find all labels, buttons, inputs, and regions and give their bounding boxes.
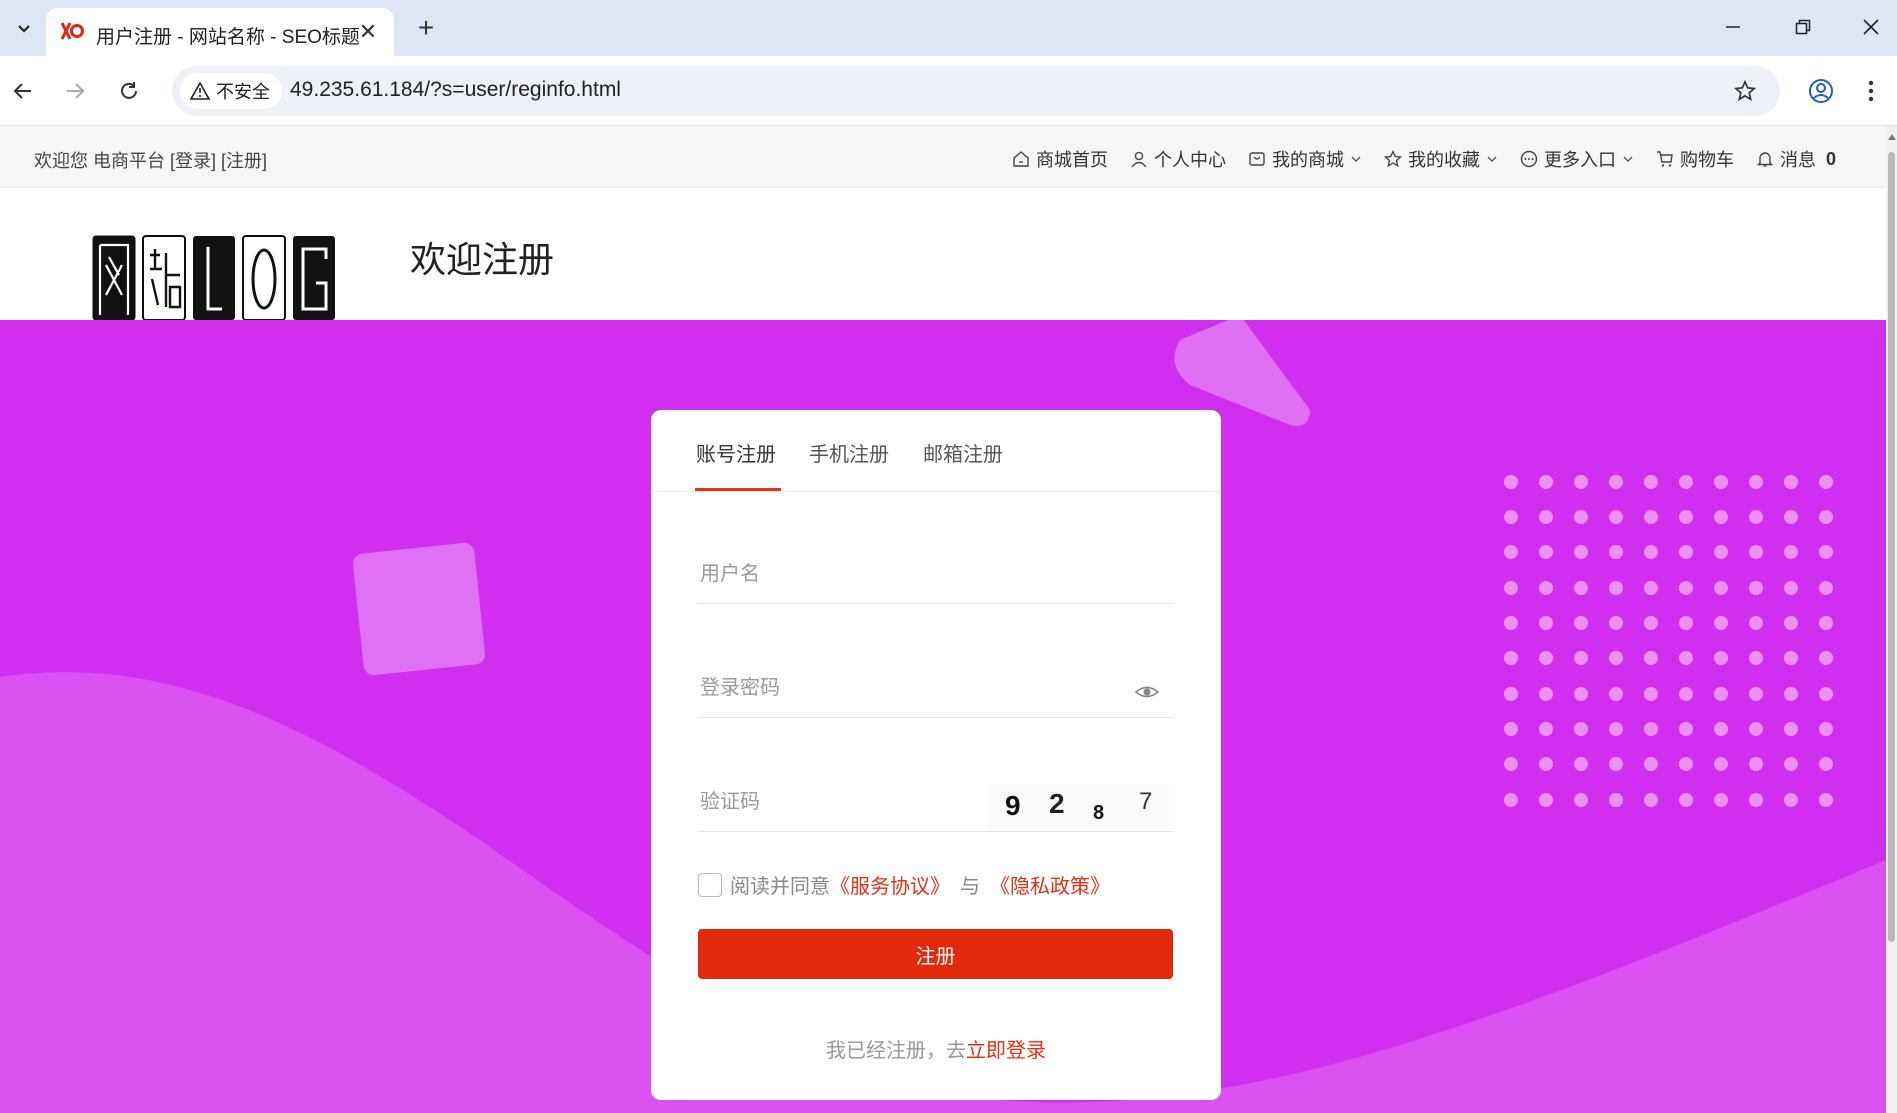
close-icon	[1863, 19, 1879, 35]
have-account-text: 我已经注册，去	[826, 1040, 966, 1062]
username-field	[698, 554, 1173, 604]
restore-button[interactable]	[1780, 8, 1826, 46]
active-tab-indicator	[695, 488, 781, 491]
eye-icon[interactable]	[1135, 680, 1159, 704]
tab-account-register[interactable]: 账号注册	[696, 438, 776, 467]
minimize-icon	[1726, 26, 1740, 28]
profile-icon	[1809, 79, 1833, 103]
captcha-char: 9	[1005, 790, 1021, 821]
user-icon	[1131, 151, 1147, 168]
profile-button[interactable]	[1802, 72, 1840, 110]
forward-button[interactable]	[56, 72, 94, 110]
chevron-down-icon	[1487, 156, 1497, 162]
captcha-image[interactable]: 9 2 8 7	[989, 784, 1169, 830]
url-text[interactable]: 49.235.61.184/?s=user/reginfo.html	[290, 78, 621, 102]
captcha-field: 9 2 8 7	[698, 782, 1173, 832]
chevron-down-icon	[18, 25, 30, 33]
new-tab-button[interactable]: +	[410, 12, 442, 44]
captcha-input[interactable]	[698, 790, 958, 815]
site-topbar: 欢迎您 电商平台 [登录] [注册] 商城首页 个人中心 我的商城 我的收藏 更…	[0, 126, 1886, 188]
tab-close-icon[interactable]: ✕	[354, 18, 382, 46]
store-icon	[1249, 152, 1265, 166]
restore-icon	[1795, 19, 1811, 35]
agree-prefix: 阅读并同意	[730, 876, 830, 898]
agree-checkbox[interactable]	[698, 872, 722, 897]
message-count-badge: 0	[1825, 148, 1836, 169]
register-tabs: 账号注册 手机注册 邮箱注册	[651, 410, 1221, 492]
nav-home[interactable]: 商城首页	[1012, 146, 1108, 172]
bell-icon	[1756, 152, 1774, 167]
captcha-char: 8	[1093, 802, 1105, 824]
page-title: 欢迎注册	[410, 239, 555, 280]
site-logo[interactable]	[92, 235, 337, 321]
site-header: 欢迎注册	[0, 189, 1886, 321]
arrow-right-icon	[67, 83, 85, 99]
browser-menu-button[interactable]	[1856, 72, 1886, 110]
logo-icon	[92, 235, 335, 321]
nav-favorites[interactable]: 我的收藏	[1383, 146, 1498, 172]
security-chip[interactable]: 不安全	[180, 73, 282, 109]
tab-search-button[interactable]	[6, 12, 42, 44]
reload-button[interactable]	[110, 72, 148, 110]
bookmark-star-icon[interactable]	[1730, 76, 1760, 106]
tab-email-register[interactable]: 邮箱注册	[923, 438, 1003, 467]
home-icon	[1013, 151, 1029, 167]
tab-phone-register[interactable]: 手机注册	[809, 438, 889, 467]
cart-icon	[1656, 151, 1673, 167]
more-icon	[1520, 150, 1538, 168]
register-button[interactable]: 注册	[698, 929, 1173, 979]
dot-grid	[1504, 475, 1833, 807]
page-scrollbar[interactable]	[1886, 126, 1897, 1113]
password-field	[698, 668, 1173, 718]
browser-toolbar: 不安全 49.235.61.184/?s=user/reginfo.html	[0, 56, 1897, 126]
password-input[interactable]	[698, 676, 1098, 701]
tab-title: 用户注册 - 网站名称 - SEO标题	[96, 27, 360, 48]
nav-my-store[interactable]: 我的商城	[1248, 146, 1362, 172]
star-icon	[1383, 150, 1402, 168]
captcha-char: 2	[1049, 788, 1065, 819]
reload-icon	[121, 82, 137, 99]
back-button[interactable]	[4, 72, 42, 110]
site-favicon-icon	[60, 22, 84, 40]
topbar-nav: 商城首页 个人中心 我的商城 我的收藏 更多入口 购物车 消息 0	[1012, 146, 1836, 172]
more-vert-icon	[1868, 80, 1874, 102]
nav-cart[interactable]: 购物车	[1656, 146, 1734, 172]
captcha-char: 7	[1139, 788, 1153, 815]
nav-messages[interactable]: 消息 0	[1756, 146, 1836, 172]
agree-separator: 与	[960, 876, 980, 898]
username-input[interactable]	[698, 562, 1098, 587]
minimize-button[interactable]	[1710, 8, 1756, 46]
scroll-up-arrow-icon[interactable]	[1888, 134, 1896, 140]
register-card: 账号注册 手机注册 邮箱注册 9 2 8 7 阅读并同意 《服务协议》 与 《隐…	[651, 410, 1221, 1100]
address-bar[interactable]: 不安全 49.235.61.184/?s=user/reginfo.html	[172, 66, 1780, 116]
terms-link[interactable]: 《服务协议》	[830, 870, 950, 899]
privacy-link[interactable]: 《隐私政策》	[990, 870, 1110, 899]
nav-user-center[interactable]: 个人中心	[1130, 146, 1226, 172]
close-window-button[interactable]	[1848, 8, 1894, 46]
login-prompt: 我已经注册，去立即登录	[651, 1034, 1221, 1063]
login-link[interactable]: 立即登录	[966, 1040, 1046, 1062]
nav-more[interactable]: 更多入口	[1520, 146, 1634, 172]
browser-tab-strip: 用户注册 - 网站名称 - SEO标题 ✕ +	[0, 0, 1897, 56]
arrow-left-icon	[13, 83, 31, 99]
browser-tab[interactable]: 用户注册 - 网站名称 - SEO标题 ✕	[46, 8, 394, 56]
agreement-row: 阅读并同意 《服务协议》 与 《隐私政策》	[698, 870, 1110, 899]
warning-icon	[190, 82, 210, 100]
security-label: 不安全	[216, 82, 270, 102]
welcome-text[interactable]: 欢迎您 电商平台 [登录] [注册]	[34, 147, 267, 173]
chevron-down-icon	[1351, 156, 1361, 162]
scrollbar-thumb[interactable]	[1888, 152, 1895, 942]
chevron-down-icon	[1623, 156, 1633, 162]
